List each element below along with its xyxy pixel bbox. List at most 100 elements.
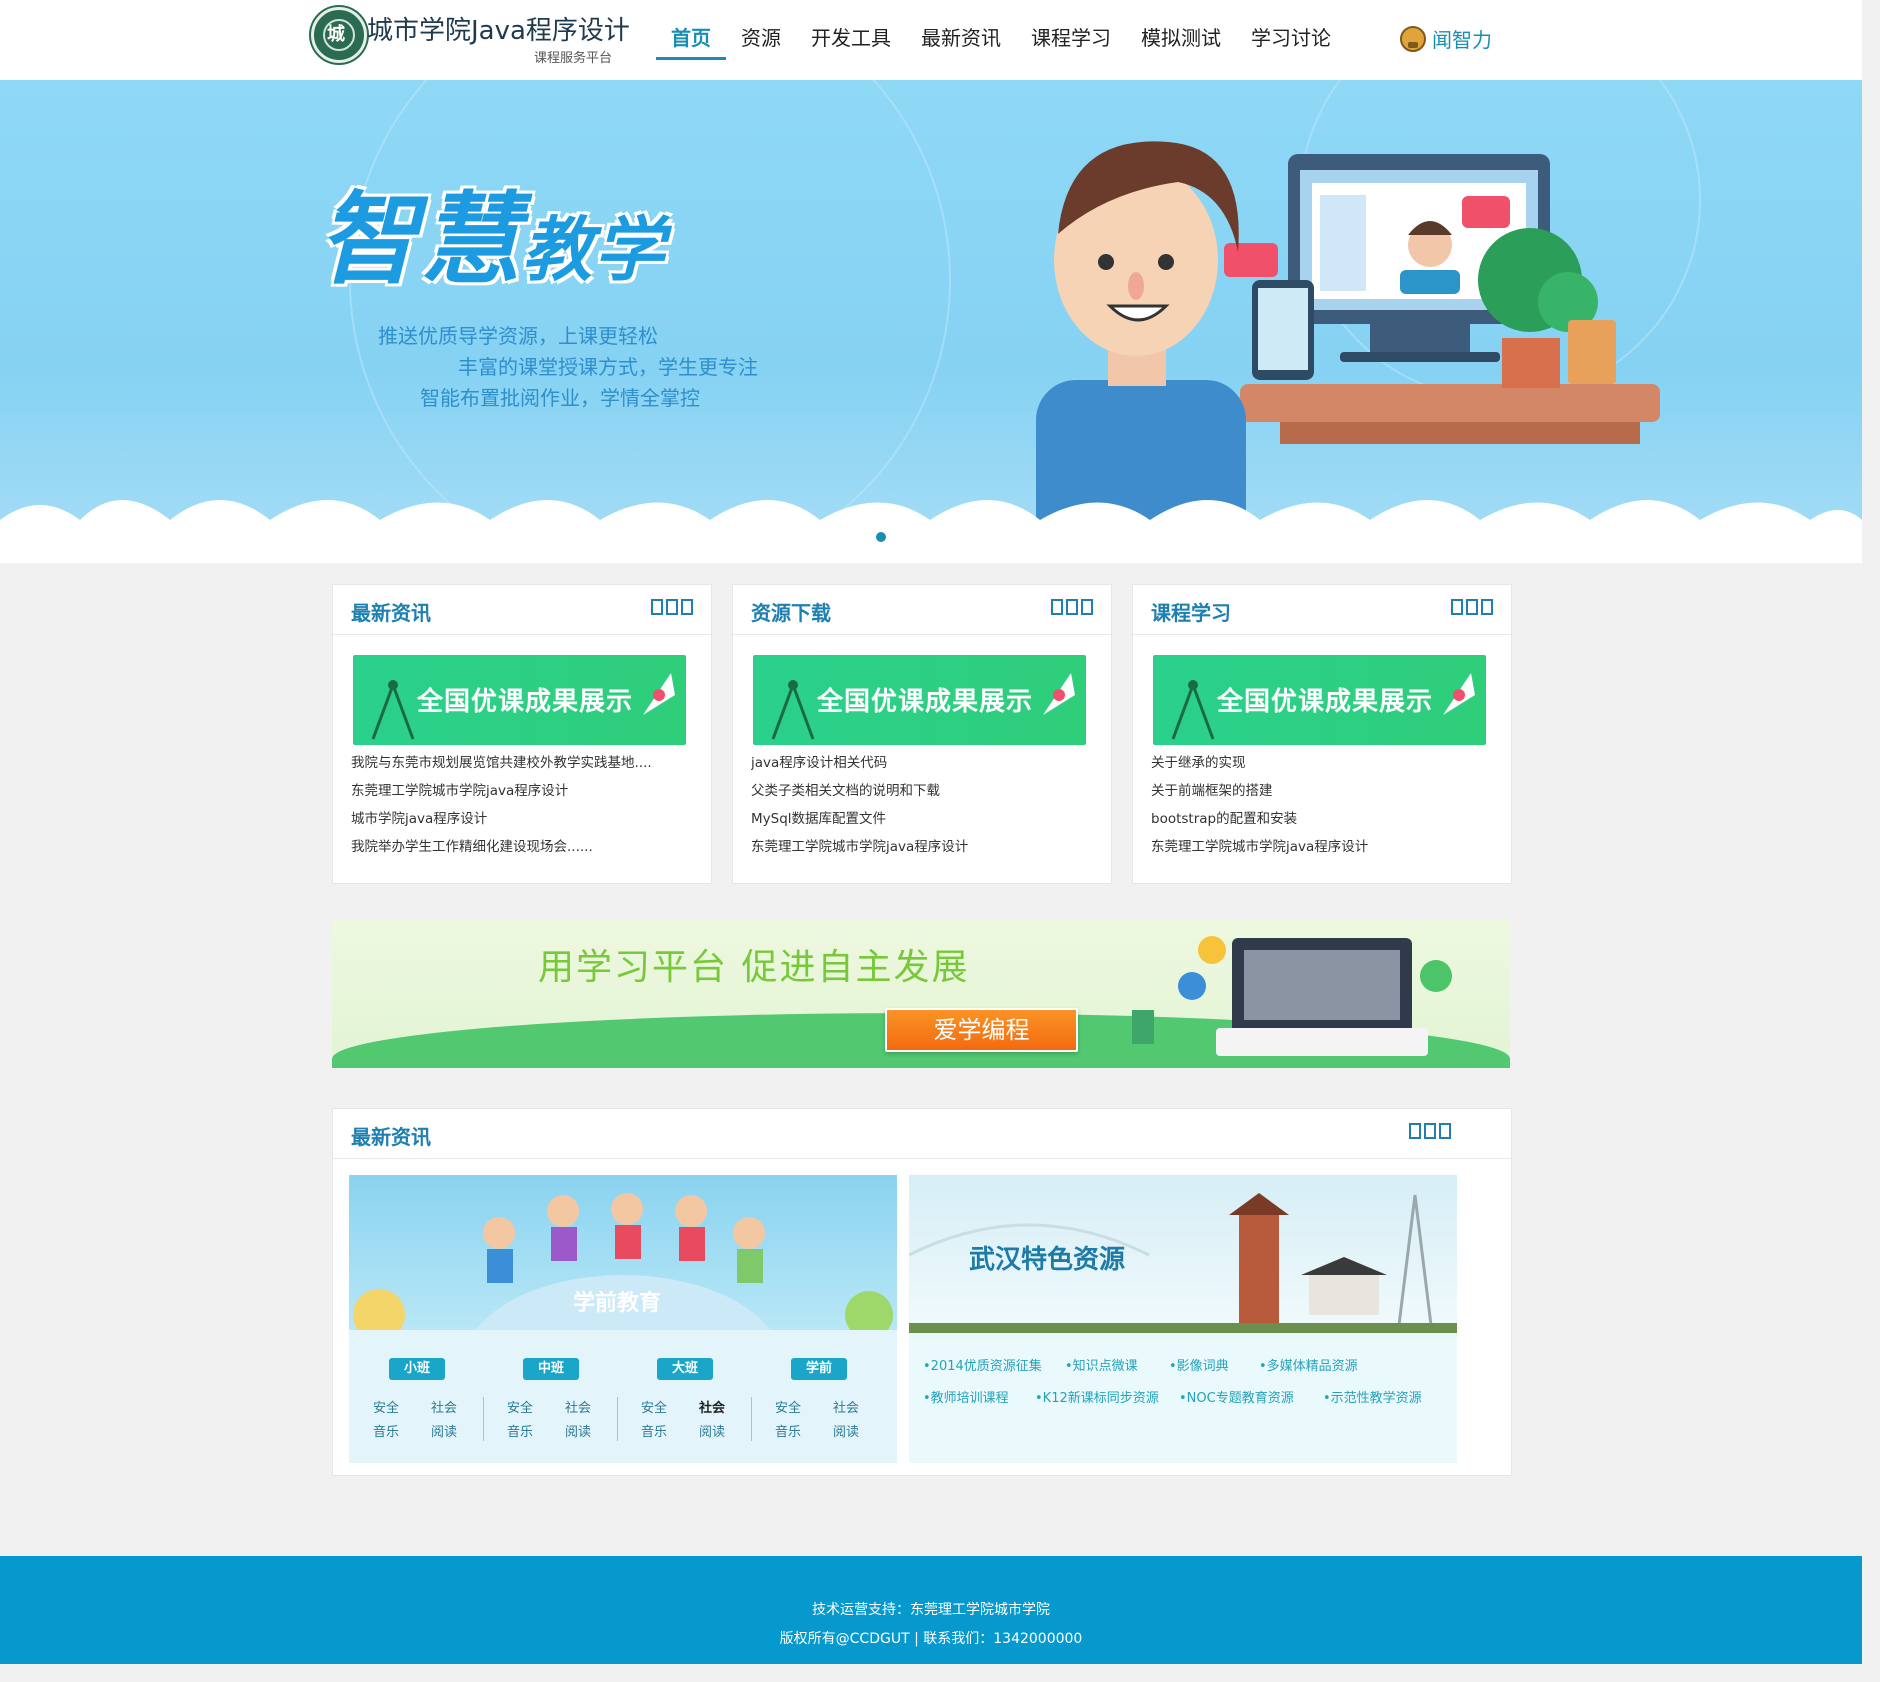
promo-banner[interactable]: 全国优课成果展示 [353, 655, 686, 745]
wuhan-banner[interactable]: 武汉特色资源 [909, 1175, 1457, 1333]
more-icon[interactable] [651, 599, 693, 615]
footer-support: 技术运营支持：东莞理工学院城市学院 [812, 1602, 1050, 1618]
nav-resources[interactable]: 资源 [726, 24, 796, 60]
news-list: 我院与东莞市规划展览馆共建校外教学实践基地.... 东莞理工学院城市学院java… [351, 749, 671, 861]
list-item[interactable]: 东莞理工学院城市学院java程序设计 [1151, 833, 1471, 861]
grade-tab-preschool[interactable]: 学前 [791, 1358, 847, 1380]
card-header: 最新资讯 [333, 1109, 1511, 1159]
card-news: 最新资讯 全国优课成果展示 我院与东莞市规划展览馆共建校外教学实践基地.... … [332, 584, 712, 884]
user-name[interactable]: 闻智力 [1432, 24, 1492, 53]
card-downloads: 资源下载 全国优课成果展示 java程序设计相关代码 父类子类相关文档的说明和下… [732, 584, 1112, 884]
nav-dev-tools[interactable]: 开发工具 [796, 24, 906, 60]
card-header: 课程学习 [1133, 585, 1511, 635]
subject-link[interactable]: 阅读 [699, 1421, 725, 1440]
promo-text: 全国优课成果展示 [817, 687, 1034, 717]
wuhan-title: 武汉特色资源 [969, 1245, 1126, 1275]
card-title[interactable]: 最新资讯 [351, 1121, 431, 1150]
promo-text: 全国优课成果展示 [1217, 687, 1434, 717]
hero-banner: 智慧教学 推送优质导学资源，上课更轻松 丰富的课堂授课方式，学生更专注 智能布置… [0, 80, 1862, 563]
divider [483, 1397, 484, 1441]
subject-link[interactable]: 音乐 [507, 1421, 533, 1440]
subject-link[interactable]: 安全 [373, 1397, 399, 1416]
nav-news[interactable]: 最新资讯 [906, 24, 1016, 60]
site-subtitle: 课程服务平台 [534, 51, 613, 66]
resource-tag[interactable]: 示范性教学资源 [1323, 1387, 1422, 1406]
download-list: java程序设计相关代码 父类子类相关文档的说明和下载 MySql数据库配置文件… [751, 749, 1071, 861]
resource-tag[interactable]: 影像词典 [1169, 1355, 1229, 1374]
resource-tag[interactable]: 知识点微课 [1065, 1355, 1138, 1374]
list-item[interactable]: java程序设计相关代码 [751, 749, 1071, 777]
resource-tag[interactable]: 2014优质资源征集 [923, 1355, 1042, 1374]
divider [617, 1397, 618, 1441]
subject-link[interactable]: 安全 [641, 1397, 667, 1416]
banner-illustration [0, 80, 1862, 563]
list-item[interactable]: 关于继承的实现 [1151, 749, 1471, 777]
course-list: 关于继承的实现 关于前端框架的搭建 bootstrap的配置和安装 东莞理工学院… [1151, 749, 1471, 861]
main-nav: 首页 资源 开发工具 最新资讯 课程学习 模拟测试 学习讨论 [656, 24, 1346, 60]
subject-link[interactable]: 阅读 [565, 1421, 591, 1440]
card-title[interactable]: 课程学习 [1151, 597, 1231, 626]
school-logo[interactable]: 城 [311, 7, 367, 63]
list-item[interactable]: 关于前端框架的搭建 [1151, 777, 1471, 805]
resource-tag[interactable]: 多媒体精品资源 [1259, 1355, 1358, 1374]
list-item[interactable]: 我院与东莞市规划展览馆共建校外教学实践基地.... [351, 749, 671, 777]
carousel-dot-4[interactable] [942, 532, 952, 542]
promo-banner[interactable]: 全国优课成果展示 [753, 655, 1086, 745]
learn-programming-button[interactable]: 爱学编程 [885, 1008, 1078, 1052]
subject-link[interactable]: 社会 [699, 1397, 725, 1416]
resource-tag[interactable]: NOC专题教育资源 [1179, 1387, 1294, 1406]
subject-link[interactable]: 社会 [431, 1397, 457, 1416]
preschool-banner[interactable]: 学前教育 [349, 1175, 897, 1330]
page-footer: 技术运营支持：东莞理工学院城市学院 版权所有@CCDGUT | 联系我们：134… [0, 1556, 1862, 1664]
carousel-dot-3[interactable] [920, 532, 930, 542]
preschool-title: 学前教育 [573, 1291, 662, 1316]
banner-line-2: 丰富的课堂授课方式，学生更专注 [458, 355, 758, 379]
card-title[interactable]: 最新资讯 [351, 597, 431, 626]
list-item[interactable]: 东莞理工学院城市学院java程序设计 [351, 777, 671, 805]
user-menu[interactable]: 闻智力 [1400, 24, 1492, 53]
mid-banner[interactable]: 用学习平台 促进自主发展 爱学编程 [332, 920, 1510, 1068]
more-icon[interactable] [1451, 599, 1493, 615]
card-title[interactable]: 资源下载 [751, 597, 831, 626]
nav-course[interactable]: 课程学习 [1016, 24, 1126, 60]
subject-link[interactable]: 音乐 [373, 1421, 399, 1440]
list-item[interactable]: 父类子类相关文档的说明和下载 [751, 777, 1071, 805]
preschool-panel: 学前教育 小班 中班 大班 学前 安全 社会 音乐 阅读 安全 社会 音乐 阅读… [349, 1175, 897, 1463]
subject-link[interactable]: 音乐 [641, 1421, 667, 1440]
nav-mock-test[interactable]: 模拟测试 [1126, 24, 1236, 60]
logo-glyph: 城 [327, 24, 345, 45]
subject-link[interactable]: 安全 [507, 1397, 533, 1416]
banner-line-1: 推送优质导学资源，上课更轻松 [378, 324, 658, 348]
subject-link[interactable]: 阅读 [431, 1421, 457, 1440]
list-item[interactable]: bootstrap的配置和安装 [1151, 805, 1471, 833]
subject-link[interactable]: 音乐 [775, 1421, 801, 1440]
subject-link[interactable]: 社会 [833, 1397, 859, 1416]
mid-banner-title: 用学习平台 促进自主发展 [538, 947, 970, 988]
promo-banner[interactable]: 全国优课成果展示 [1153, 655, 1486, 745]
subject-link[interactable]: 安全 [775, 1397, 801, 1416]
footer-copyright[interactable]: 版权所有@CCDGUT | 联系我们：1342000000 [0, 1625, 1862, 1654]
resource-tag[interactable]: K12新课标同步资源 [1035, 1387, 1159, 1406]
grade-tab-middle[interactable]: 中班 [523, 1358, 579, 1380]
nav-home[interactable]: 首页 [656, 24, 726, 60]
nav-discussion[interactable]: 学习讨论 [1236, 24, 1346, 60]
site-title[interactable]: 城市学院Java程序设计 [367, 10, 630, 47]
more-icon[interactable] [1051, 599, 1093, 615]
promo-text: 全国优课成果展示 [417, 687, 634, 717]
top-header: 城 城市学院Java程序设计 课程服务平台 首页 资源 开发工具 最新资讯 课程… [0, 0, 1862, 80]
grade-tab-small[interactable]: 小班 [389, 1358, 445, 1380]
banner-line-3: 智能布置批阅作业，学情全掌控 [420, 386, 700, 410]
grade-tab-large[interactable]: 大班 [657, 1358, 713, 1380]
resource-tag[interactable]: 教师培训课程 [923, 1387, 1009, 1406]
news-section: 最新资讯 学前教育 小班 中班 大班 学前 安全 社会 音乐 阅读 安全 社会 … [332, 1108, 1512, 1476]
user-avatar-icon[interactable] [1400, 25, 1426, 52]
list-item[interactable]: 我院举办学生工作精细化建设现场会...... [351, 833, 671, 861]
subject-link[interactable]: 社会 [565, 1397, 591, 1416]
list-item[interactable]: 城市学院java程序设计 [351, 805, 671, 833]
list-item[interactable]: MySql数据库配置文件 [751, 805, 1071, 833]
subject-link[interactable]: 阅读 [833, 1421, 859, 1440]
more-icon[interactable] [1409, 1123, 1451, 1139]
carousel-dot-2[interactable] [898, 532, 908, 542]
list-item[interactable]: 东莞理工学院城市学院java程序设计 [751, 833, 1071, 861]
carousel-dot-1[interactable] [876, 532, 886, 542]
